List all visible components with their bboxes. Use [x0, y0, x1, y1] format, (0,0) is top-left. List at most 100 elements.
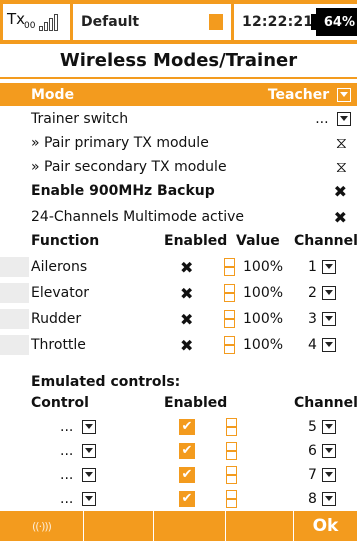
- table-row[interactable]: ... ✔ 8: [0, 487, 357, 511]
- value-slider-icon[interactable]: [226, 418, 237, 436]
- control-value: ...: [60, 467, 74, 483]
- pair-primary-row[interactable]: » Pair primary TX module ⧖: [0, 131, 357, 155]
- chevron-down-icon[interactable]: [322, 286, 336, 300]
- tx-sub-label: 00: [24, 21, 36, 31]
- footer-bar: ((·))) Ok: [0, 511, 357, 541]
- value-slider-icon[interactable]: [226, 466, 237, 484]
- function-name: Throttle: [31, 337, 86, 353]
- mode-label: Mode: [31, 86, 75, 103]
- table-row[interactable]: ... ✔ 5: [0, 415, 357, 439]
- control-value: ...: [60, 491, 74, 507]
- value-slider-icon[interactable]: [224, 258, 235, 276]
- mode-selector[interactable]: Teacher: [268, 87, 351, 103]
- function-value: 100%: [243, 259, 284, 275]
- footer-button-3[interactable]: [153, 511, 225, 541]
- enabled-header: Enabled: [164, 395, 228, 411]
- row-tab: [0, 283, 29, 303]
- enable-900-label: Enable 900MHz Backup: [31, 183, 215, 199]
- screen: Tx 00 Default 12:22:21 64% Wireless Mode…: [0, 0, 357, 541]
- function-value: 100%: [243, 285, 284, 301]
- table-row[interactable]: Rudder ✖ 100% 3: [0, 307, 357, 331]
- table-row[interactable]: Throttle ✖ 100% 4: [0, 333, 357, 357]
- page-title: Wireless Modes/Trainer: [0, 44, 357, 79]
- checkbox-checked-icon[interactable]: ✔: [179, 467, 195, 483]
- enable-900-row[interactable]: Enable 900MHz Backup ✖: [0, 179, 357, 203]
- table-row[interactable]: Elevator ✖ 100% 2: [0, 281, 357, 305]
- pair-secondary-row[interactable]: » Pair secondary TX module ⧖: [0, 155, 357, 179]
- value-slider-icon[interactable]: [224, 336, 235, 354]
- chevron-down-icon[interactable]: [82, 444, 96, 458]
- channel-header: Channel: [294, 395, 357, 411]
- cross-icon[interactable]: ✖: [180, 336, 193, 355]
- checkbox-checked-icon[interactable]: ✔: [179, 491, 195, 507]
- mode-value: Teacher: [267, 86, 330, 103]
- chevron-down-icon[interactable]: [322, 468, 336, 482]
- hourglass-icon: ⧖: [335, 157, 347, 176]
- cross-icon[interactable]: ✖: [334, 208, 347, 227]
- chevron-down-icon: [337, 112, 351, 126]
- cross-icon[interactable]: ✖: [180, 310, 193, 329]
- chevron-down-icon[interactable]: [82, 492, 96, 506]
- model-name[interactable]: Default: [73, 4, 231, 40]
- ok-button[interactable]: Ok: [293, 511, 357, 541]
- pair-secondary-label: » Pair secondary TX module: [31, 159, 227, 175]
- cross-icon[interactable]: ✖: [334, 182, 347, 201]
- value-slider-icon[interactable]: [226, 442, 237, 460]
- chevron-down-icon[interactable]: [322, 420, 336, 434]
- function-value: 100%: [243, 337, 284, 353]
- value-slider-icon[interactable]: [224, 284, 235, 302]
- mode-row[interactable]: Mode Teacher: [0, 83, 357, 106]
- channel-number: 2: [308, 285, 317, 301]
- channel-number: 5: [308, 419, 317, 435]
- trainer-switch-row[interactable]: Trainer switch ...: [0, 107, 357, 131]
- cross-icon[interactable]: ✖: [180, 284, 193, 303]
- footer-button-4[interactable]: [225, 511, 293, 541]
- checkbox-checked-icon[interactable]: ✔: [179, 443, 195, 459]
- emulated-title: Emulated controls:: [31, 374, 181, 390]
- status-indicator-icon: [209, 14, 223, 30]
- time-text: 12:22:21: [242, 14, 314, 30]
- value-slider-icon[interactable]: [224, 310, 235, 328]
- table-row[interactable]: Ailerons ✖ 100% 1: [0, 255, 357, 279]
- function-value: 100%: [243, 311, 284, 327]
- chevron-down-icon[interactable]: [82, 420, 96, 434]
- cross-icon[interactable]: ✖: [180, 258, 193, 277]
- row-tab: [0, 309, 29, 329]
- status-bar: Tx 00 Default 12:22:21 64%: [0, 0, 357, 44]
- multimode-row[interactable]: 24-Channels Multimode active ✖: [0, 205, 357, 229]
- chevron-down-icon[interactable]: [322, 260, 336, 274]
- value-header: Value: [236, 233, 280, 249]
- channel-number: 6: [308, 443, 317, 459]
- trainer-switch-label: Trainer switch: [31, 111, 129, 127]
- function-name: Elevator: [31, 285, 90, 301]
- chevron-down-icon[interactable]: [322, 444, 336, 458]
- table-row[interactable]: ... ✔ 6: [0, 439, 357, 463]
- channel-number: 8: [308, 491, 317, 507]
- footer-button-2[interactable]: [83, 511, 153, 541]
- control-value: ...: [60, 443, 74, 459]
- enabled-header: Enabled: [164, 233, 228, 249]
- channel-header: Channel: [294, 233, 357, 249]
- wireless-icon: ((·))): [32, 519, 52, 533]
- multimode-label: 24-Channels Multimode active: [31, 209, 245, 225]
- chevron-down-icon[interactable]: [82, 468, 96, 482]
- trainer-switch-selector[interactable]: ...: [315, 111, 351, 127]
- table-row[interactable]: ... ✔ 7: [0, 463, 357, 487]
- checkbox-checked-icon[interactable]: ✔: [179, 419, 195, 435]
- chevron-down-icon[interactable]: [322, 338, 336, 352]
- chevron-down-icon[interactable]: [322, 492, 336, 506]
- value-slider-icon[interactable]: [226, 490, 237, 508]
- battery-indicator: 64%: [316, 8, 357, 36]
- ok-label: Ok: [312, 516, 339, 536]
- function-header: Function: [31, 233, 100, 249]
- function-table-header: Function Enabled Value Channel: [0, 229, 357, 253]
- chevron-down-icon[interactable]: [322, 312, 336, 326]
- row-tab: [0, 335, 29, 355]
- signal-bars-icon: [38, 13, 58, 31]
- pair-primary-label: » Pair primary TX module: [31, 135, 209, 151]
- function-name: Ailerons: [31, 259, 88, 275]
- chevron-down-icon: [337, 87, 351, 102]
- wireless-button[interactable]: ((·))): [0, 511, 83, 541]
- control-value: ...: [60, 419, 74, 435]
- control-header: Control: [31, 395, 89, 411]
